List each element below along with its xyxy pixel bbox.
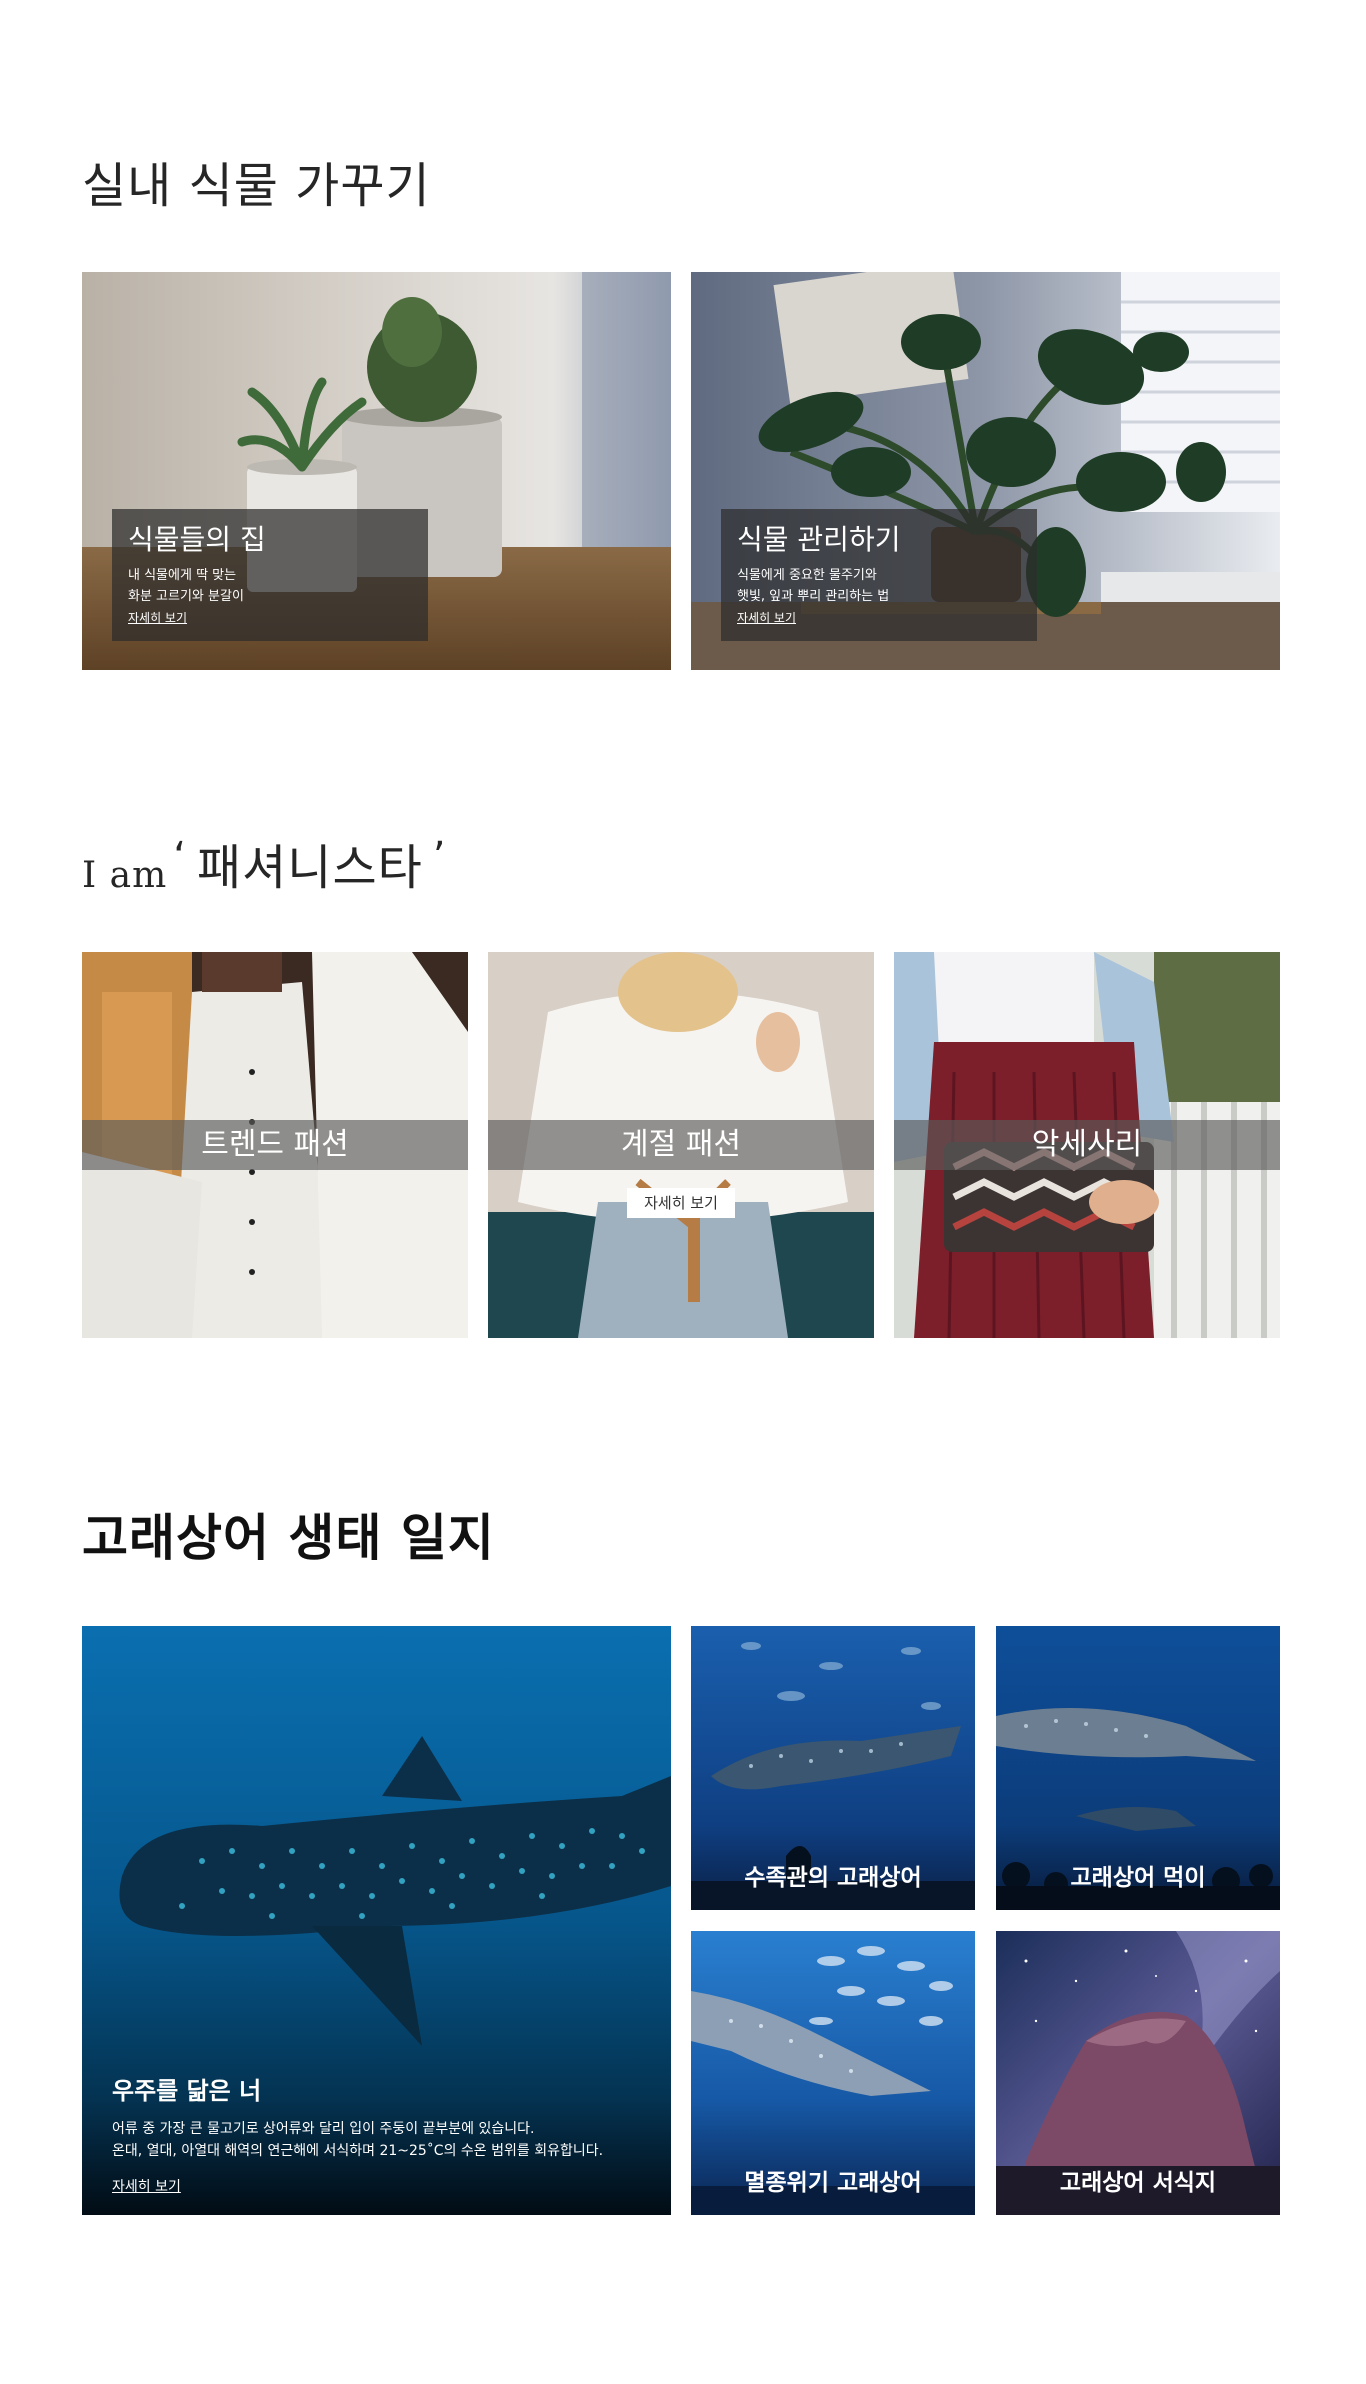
fashion-title-main: 패셔니스타 [196, 840, 423, 896]
plants-section-title: 실내 식물 가꾸기 [82, 158, 431, 214]
plant-card-title: 식물들의 집 [128, 523, 266, 556]
fashion-card-title: 악세사리 [894, 1120, 1280, 1170]
plant-card-more-link[interactable]: 자세히 보기 [737, 609, 796, 627]
plant-card-pots[interactable]: 식물들의 집 내 식물에게 딱 맞는 화분 고르기와 분갈이 자세히 보기 [82, 272, 671, 670]
fashion-section-title: I am ‘ 패셔니스타 ’ [82, 828, 447, 898]
fashion-card-more-button[interactable]: 자세히 보기 [627, 1188, 735, 1218]
fashion-title-latin: I am [82, 855, 168, 896]
shark-section-title: 고래상어 생태 일지 [82, 1509, 495, 1567]
shark-card-habitat[interactable]: 고래상어 서식지 [996, 1931, 1280, 2215]
plant-card-more-link[interactable]: 자세히 보기 [128, 609, 187, 627]
fashion-card-title: 계절 패션 [488, 1120, 874, 1170]
fashion-card-trend[interactable]: 트렌드 패션 [82, 952, 468, 1338]
shark-card-main[interactable]: 우주를 닮은 너 어류 중 가장 큰 물고기로 상어류와 달리 입이 주둥이 끝… [82, 1626, 671, 2215]
fashion-card-season[interactable]: 계절 패션 자세히 보기 [488, 952, 874, 1338]
shark-card-food[interactable]: 고래상어 먹이 [996, 1626, 1280, 1910]
shark-card-title: 고래상어 먹이 [1070, 1865, 1206, 1891]
shark-main-title: 우주를 닮은 너 [112, 2077, 262, 2105]
plant-card-title: 식물 관리하기 [737, 523, 901, 556]
plant-card-care[interactable]: 식물 관리하기 식물에게 중요한 물주기와 햇빛, 잎과 뿌리 관리하는 법 자… [691, 272, 1280, 670]
plant-card-caption: 식물 관리하기 식물에게 중요한 물주기와 햇빛, 잎과 뿌리 관리하는 법 자… [721, 509, 1037, 641]
shark-main-description: 어류 중 가장 큰 물고기로 상어류와 달리 입이 주둥이 끝부분에 있습니다.… [112, 2121, 604, 2159]
shark-card-title: 멸종위기 고래상어 [744, 2170, 922, 2196]
shark-card-aquarium[interactable]: 수족관의 고래상어 [691, 1626, 975, 1910]
plant-card-description: 내 식물에게 딱 맞는 화분 고르기와 분갈이 [128, 568, 244, 604]
shark-card-title: 수족관의 고래상어 [744, 1865, 922, 1891]
fashion-card-title: 트렌드 패션 [82, 1120, 468, 1170]
shark-main-more-link[interactable]: 자세히 보기 [112, 2176, 181, 2196]
shark-card-endangered[interactable]: 멸종위기 고래상어 [691, 1931, 975, 2215]
plant-card-description: 식물에게 중요한 물주기와 햇빛, 잎과 뿌리 관리하는 법 [737, 568, 890, 604]
shark-main-caption: 우주를 닮은 너 어류 중 가장 큰 물고기로 상어류와 달리 입이 주둥이 끝… [112, 2074, 603, 2196]
shark-card-title: 고래상어 서식지 [1059, 2170, 1217, 2196]
fashion-card-accessory[interactable]: 악세사리 [894, 952, 1280, 1338]
fashion-title-close-quote: ’ [432, 834, 447, 880]
plant-card-caption: 식물들의 집 내 식물에게 딱 맞는 화분 고르기와 분갈이 자세히 보기 [112, 509, 428, 641]
fashion-title-open-quote: ‘ [173, 834, 187, 880]
